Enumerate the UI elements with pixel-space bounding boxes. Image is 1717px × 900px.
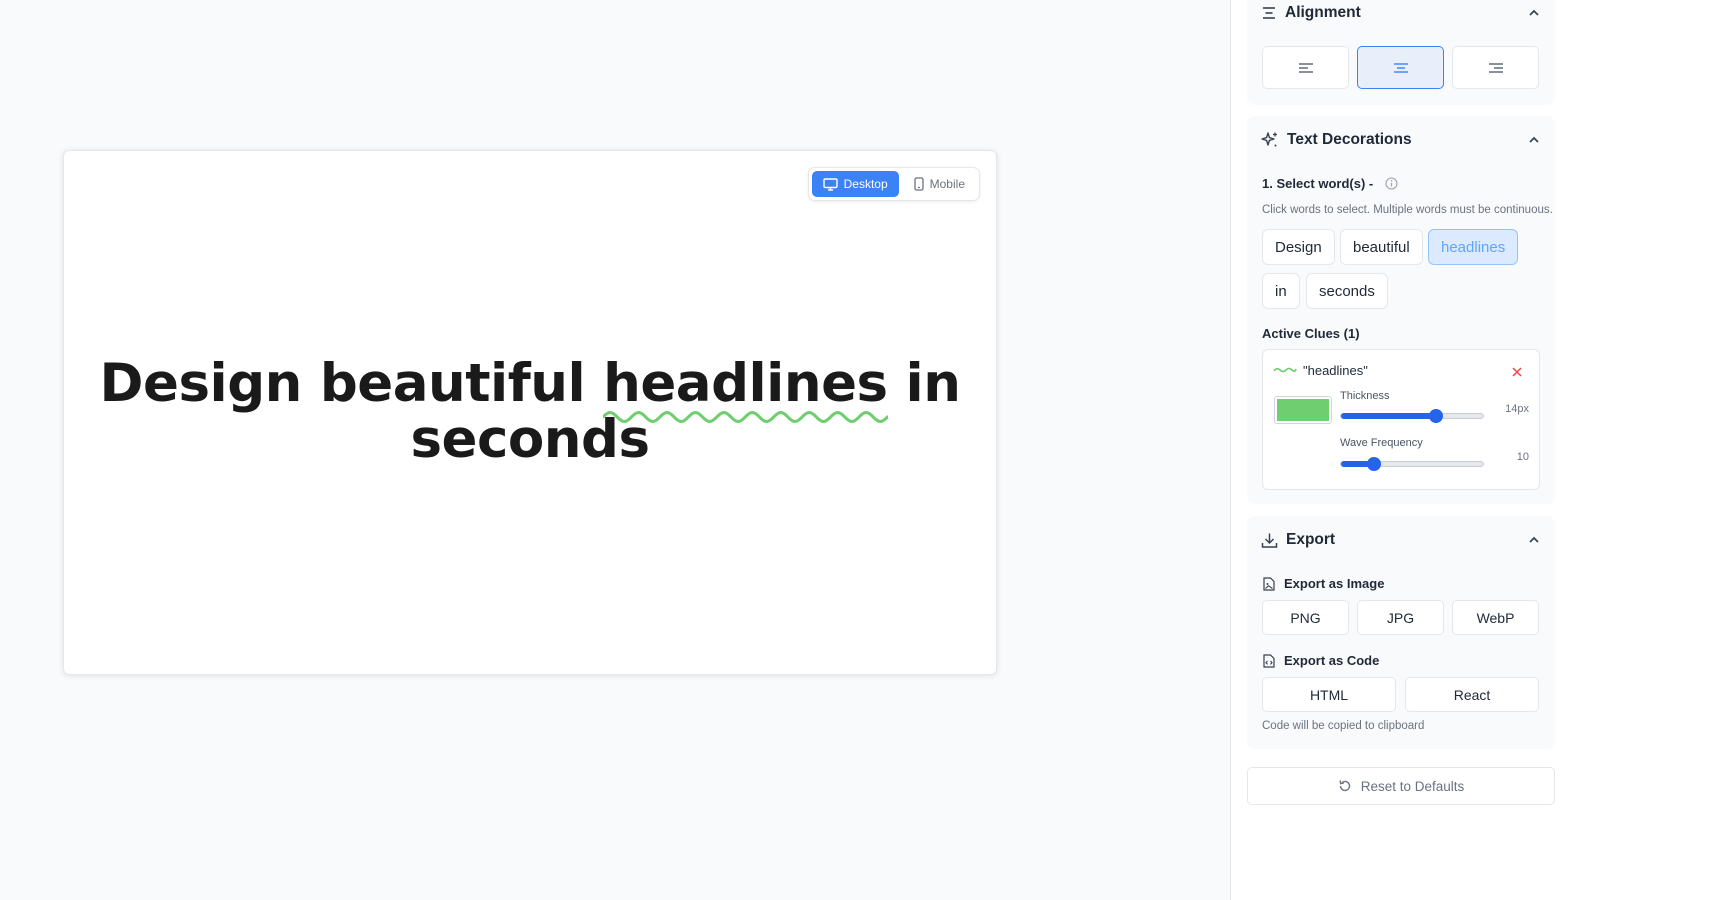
wave-frequency-label: Wave Frequency	[1340, 437, 1423, 449]
sparkles-icon	[1261, 132, 1277, 147]
text-decorations-header[interactable]: Text Decorations	[1261, 129, 1541, 151]
thickness-slider-fill	[1341, 413, 1437, 419]
chevron-up-icon	[1529, 136, 1539, 143]
info-icon[interactable]	[1385, 177, 1398, 190]
file-code-icon	[1263, 653, 1275, 668]
chevron-up-icon	[1529, 9, 1539, 16]
select-words-hint: Click words to select. Multiple words mu…	[1262, 204, 1553, 216]
side-panel: Alignment Text Decorations 1. Select wor…	[1230, 0, 1717, 900]
wave-frequency-value: 10	[1516, 451, 1529, 463]
headline-word: beautiful	[319, 353, 586, 414]
thickness-value: 14px	[1505, 403, 1529, 415]
export-webp-button[interactable]: WebP	[1452, 600, 1539, 635]
export-image-label: Export as Image	[1263, 576, 1384, 591]
word-chip-beautiful[interactable]: beautiful	[1340, 229, 1423, 265]
export-png-button[interactable]: PNG	[1262, 600, 1349, 635]
headline-word: seconds	[410, 409, 650, 470]
clue-color-swatch[interactable]	[1274, 396, 1332, 424]
export-image-text: Export as Image	[1284, 576, 1385, 591]
mobile-label: Mobile	[929, 177, 965, 191]
reset-to-defaults-button[interactable]: Reset to Defaults	[1247, 767, 1555, 805]
export-title: Export	[1286, 531, 1336, 548]
text-decorations-title: Text Decorations	[1287, 131, 1412, 148]
desktop-view-button[interactable]: Desktop	[811, 171, 899, 197]
rotate-ccw-icon	[1339, 780, 1350, 792]
export-code-label: Export as Code	[1263, 653, 1379, 668]
file-image-icon	[1263, 576, 1275, 591]
alignment-header[interactable]: Alignment	[1261, 2, 1541, 24]
download-icon	[1261, 533, 1278, 548]
active-clues-label: Active Clues (1)	[1262, 326, 1360, 341]
word-chip-seconds[interactable]: seconds	[1306, 273, 1388, 309]
clue-word: "headlines"	[1303, 363, 1368, 378]
headline-word: in	[905, 353, 961, 414]
device-toggle: Desktop Mobile	[807, 167, 980, 201]
select-words-label: 1. Select word(s) -	[1262, 176, 1398, 191]
preview-card: Desktop Mobile Design beautiful headline…	[63, 150, 997, 675]
wave-frequency-slider-thumb[interactable]	[1366, 457, 1381, 471]
select-words-text: 1. Select word(s) -	[1262, 176, 1374, 191]
export-react-button[interactable]: React	[1405, 677, 1539, 712]
export-section: Export Export as Image PNG JPG WebP Expo…	[1247, 516, 1555, 749]
align-center-button[interactable]	[1357, 46, 1444, 89]
align-left-button[interactable]	[1262, 46, 1349, 89]
headline-word-text: headlines	[603, 353, 888, 414]
wave-icon	[1273, 367, 1297, 373]
clue-color-fill	[1277, 399, 1329, 421]
text-decorations-section: Text Decorations 1. Select word(s) - Cli…	[1247, 116, 1555, 504]
export-header[interactable]: Export	[1261, 529, 1541, 551]
wave-frequency-slider[interactable]	[1340, 457, 1484, 471]
thickness-slider-thumb[interactable]	[1429, 409, 1444, 423]
alignment-section: Alignment	[1247, 0, 1555, 105]
export-code-hint: Code will be copied to clipboard	[1262, 720, 1425, 732]
thickness-label: Thickness	[1340, 390, 1390, 402]
headline-word-decorated: headlines	[603, 353, 888, 424]
mobile-view-button[interactable]: Mobile	[903, 171, 976, 197]
reset-label: Reset to Defaults	[1360, 778, 1465, 794]
word-chip-design[interactable]: Design	[1262, 229, 1335, 265]
word-chip-headlines[interactable]: headlines	[1428, 229, 1519, 265]
close-icon[interactable]	[1511, 366, 1523, 378]
headline-preview: Design beautiful headlines in seconds	[64, 356, 996, 468]
export-html-button[interactable]: HTML	[1262, 677, 1396, 712]
align-right-button[interactable]	[1452, 46, 1539, 89]
alignment-title: Alignment	[1285, 4, 1361, 21]
monitor-icon	[822, 177, 838, 191]
clue-card: "headlines" Thickness 14px Wave Frequenc…	[1262, 349, 1540, 490]
align-left-icon	[1298, 62, 1313, 73]
canvas-area: Desktop Mobile Design beautiful headline…	[0, 0, 1230, 900]
headline-word: Design	[99, 353, 303, 414]
smartphone-icon	[913, 177, 924, 191]
export-code-text: Export as Code	[1284, 653, 1380, 668]
thickness-slider[interactable]	[1340, 409, 1484, 423]
align-center-icon	[1263, 7, 1275, 19]
align-right-icon	[1488, 62, 1503, 73]
align-center-icon	[1393, 62, 1408, 73]
export-jpg-button[interactable]: JPG	[1357, 600, 1444, 635]
chevron-up-icon	[1529, 536, 1539, 543]
word-chip-in[interactable]: in	[1262, 273, 1300, 309]
desktop-label: Desktop	[843, 177, 888, 191]
